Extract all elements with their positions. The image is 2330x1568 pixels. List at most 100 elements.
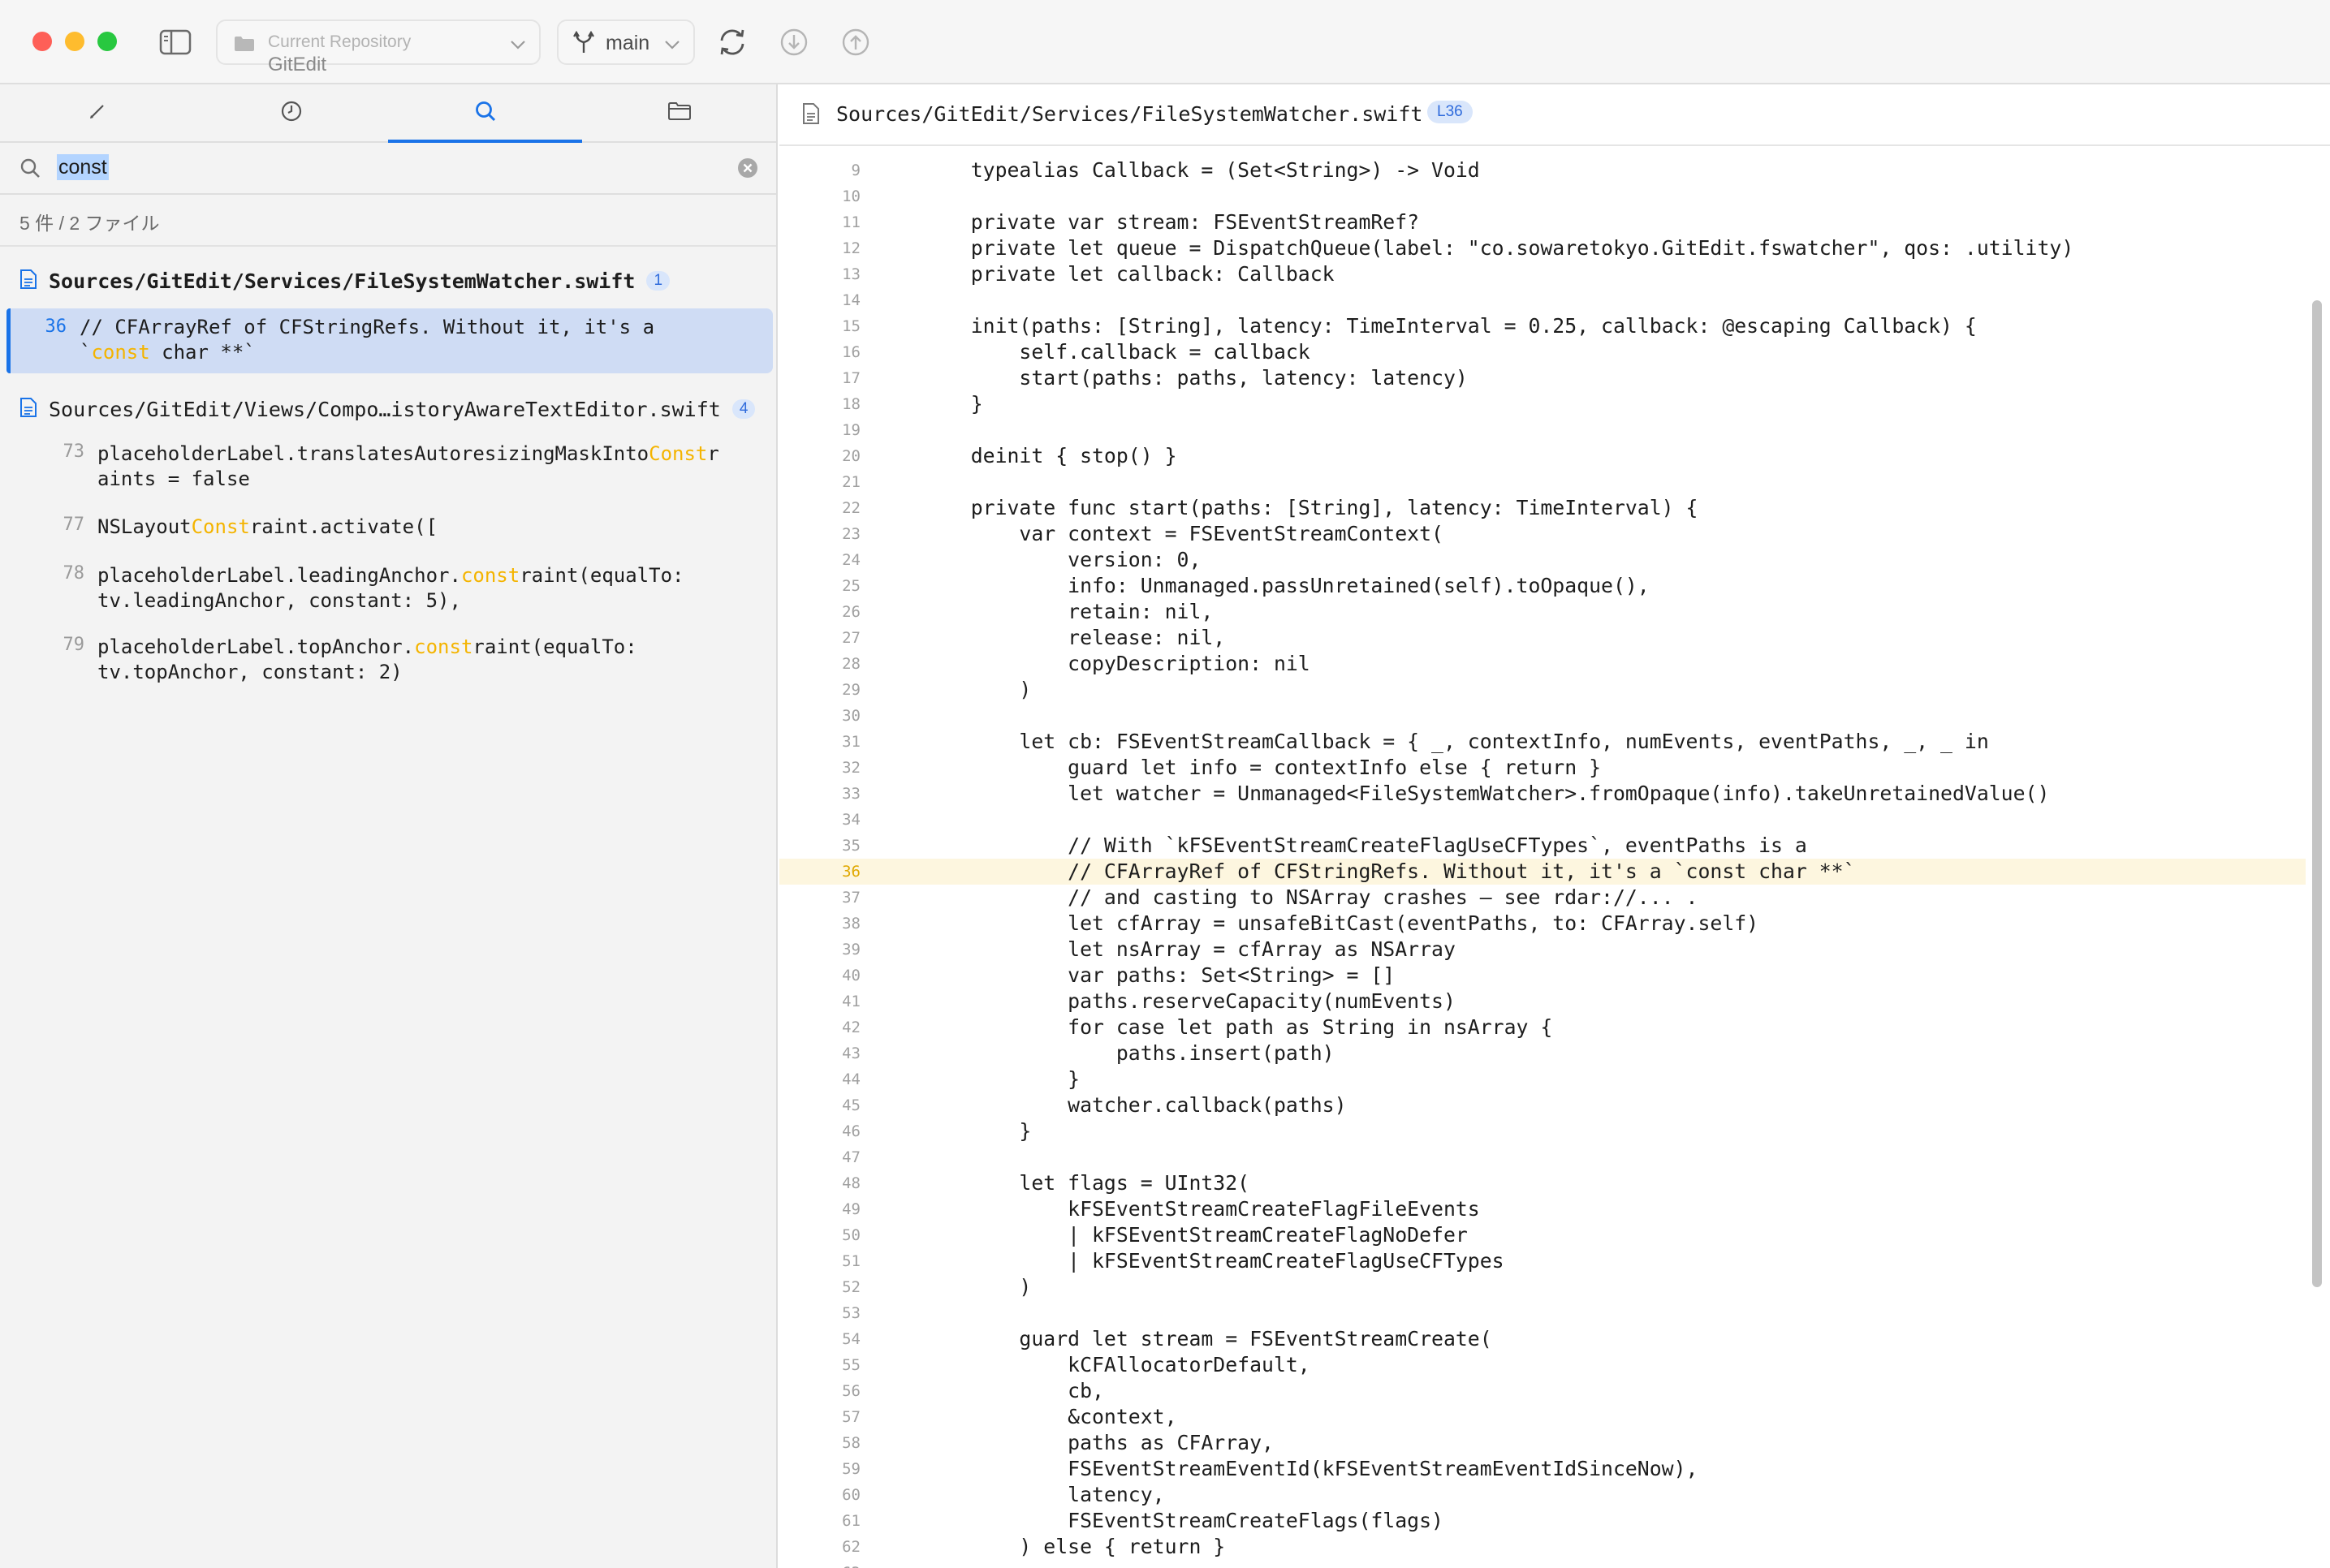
- code-line[interactable]: 14: [779, 287, 2306, 313]
- zoom-window-button[interactable]: [97, 32, 117, 51]
- line-number: 34: [842, 811, 861, 829]
- code-line[interactable]: 20 deinit { stop() }: [779, 443, 2306, 469]
- code-text: private func start(paths: [String], late…: [922, 496, 1698, 519]
- code-line[interactable]: 46 }: [779, 1118, 2306, 1144]
- search-result-item[interactable]: 78 placeholderLabel.leadingAnchor.constr…: [24, 563, 763, 615]
- branch-selector[interactable]: main: [557, 19, 695, 65]
- tab-search[interactable]: [388, 84, 582, 143]
- code-line[interactable]: 42 for case let path as String in nsArra…: [779, 1014, 2306, 1040]
- code-line[interactable]: 51 | kFSEventStreamCreateFlagUseCFTypes: [779, 1248, 2306, 1274]
- code-line[interactable]: 16 self.callback = callback: [779, 339, 2306, 365]
- code-line[interactable]: 39 let nsArray = cfArray as NSArray: [779, 937, 2306, 963]
- code-line[interactable]: 31 let cb: FSEventStreamCallback = { _, …: [779, 729, 2306, 755]
- editor-header: Sources/GitEdit/Services/FileSystemWatch…: [779, 84, 2330, 146]
- code-line[interactable]: 17 start(paths: paths, latency: latency): [779, 365, 2306, 391]
- tab-files[interactable]: [582, 84, 776, 141]
- match-count-badge: 1: [646, 271, 671, 291]
- search-result-item[interactable]: 77 NSLayoutConstraint.activate([: [24, 515, 763, 542]
- code-line[interactable]: 27 release: nil,: [779, 625, 2306, 651]
- result-file-header[interactable]: Sources/GitEdit/Views/Compo…istoryAwareT…: [19, 393, 756, 425]
- code-line[interactable]: 36 // CFArrayRef of CFStringRefs. Withou…: [779, 859, 2306, 885]
- code-line[interactable]: 18 }: [779, 391, 2306, 417]
- document-icon: [802, 102, 820, 129]
- line-number: 17: [842, 369, 861, 387]
- code-line[interactable]: 37 // and casting to NSArray crashes — s…: [779, 885, 2306, 911]
- code-line[interactable]: 9 typealias Callback = (Set<String>) -> …: [779, 157, 2306, 183]
- code-line[interactable]: 53: [779, 1300, 2306, 1326]
- code-line[interactable]: 35 // With `kFSEventStreamCreateFlagUseC…: [779, 833, 2306, 859]
- minimize-window-button[interactable]: [65, 32, 84, 51]
- code-text: kCFAllocatorDefault,: [922, 1353, 1310, 1376]
- code-line[interactable]: 54 guard let stream = FSEventStreamCreat…: [779, 1326, 2306, 1352]
- code-text: copyDescription: nil: [922, 652, 1310, 675]
- tab-edit[interactable]: [0, 84, 194, 141]
- clock-icon: [280, 100, 303, 127]
- toggle-sidebar-icon[interactable]: [156, 23, 195, 62]
- code-line[interactable]: 58 paths as CFArray,: [779, 1430, 2306, 1456]
- code-line[interactable]: 60 latency,: [779, 1482, 2306, 1508]
- code-line[interactable]: 55 kCFAllocatorDefault,: [779, 1352, 2306, 1378]
- code-line[interactable]: 19: [779, 417, 2306, 443]
- code-text: }: [922, 1119, 1032, 1143]
- close-window-button[interactable]: [32, 32, 52, 51]
- code-line[interactable]: 13 private let callback: Callback: [779, 261, 2306, 287]
- code-line[interactable]: 33 let watcher = Unmanaged<FileSystemWat…: [779, 781, 2306, 807]
- repository-selector[interactable]: Current Repository GitEdit: [216, 19, 541, 75]
- push-icon[interactable]: [836, 23, 875, 62]
- search-input[interactable]: const: [57, 154, 109, 180]
- search-result-item[interactable]: 79 placeholderLabel.topAnchor.constraint…: [24, 635, 763, 687]
- pull-icon[interactable]: [775, 23, 813, 62]
- chevron-down-icon: [510, 39, 526, 54]
- sync-icon[interactable]: [713, 23, 752, 62]
- code-line[interactable]: 47: [779, 1144, 2306, 1170]
- search-result-item[interactable]: 73 placeholderLabel.translatesAutoresizi…: [24, 442, 763, 493]
- clear-search-icon[interactable]: [737, 157, 758, 183]
- code-line[interactable]: 32 guard let info = contextInfo else { r…: [779, 755, 2306, 781]
- code-line[interactable]: 10: [779, 183, 2306, 209]
- code-line[interactable]: 28 copyDescription: nil: [779, 651, 2306, 677]
- result-file-header[interactable]: Sources/GitEdit/Services/FileSystemWatch…: [19, 265, 671, 297]
- code-line[interactable]: 24 version: 0,: [779, 547, 2306, 573]
- line-number: 18: [842, 395, 861, 413]
- code-line[interactable]: 40 var paths: Set<String> = []: [779, 963, 2306, 989]
- code-line[interactable]: 44 }: [779, 1066, 2306, 1092]
- line-number: 20: [842, 447, 861, 465]
- code-line[interactable]: 34: [779, 807, 2306, 833]
- code-line[interactable]: 38 let cfArray = unsafeBitCast(eventPath…: [779, 911, 2306, 937]
- line-number: 37: [842, 889, 861, 907]
- code-line[interactable]: 48 let flags = UInt32(: [779, 1170, 2306, 1196]
- code-line[interactable]: 25 info: Unmanaged.passUnretained(self).…: [779, 573, 2306, 599]
- code-line[interactable]: 59 FSEventStreamEventId(kFSEventStreamEv…: [779, 1456, 2306, 1482]
- code-line[interactable]: 56 cb,: [779, 1378, 2306, 1404]
- document-icon: [19, 269, 37, 294]
- code-line[interactable]: 62 ) else { return }: [779, 1534, 2306, 1560]
- search-result-item[interactable]: 36 // CFArrayRef of CFStringRefs. Withou…: [6, 308, 773, 373]
- code-line[interactable]: 30: [779, 703, 2306, 729]
- line-number: 36: [842, 863, 861, 881]
- result-line-number: 73: [63, 442, 85, 462]
- code-line[interactable]: 21: [779, 469, 2306, 495]
- code-line[interactable]: 61 FSEventStreamCreateFlags(flags): [779, 1508, 2306, 1534]
- code-line[interactable]: 43 paths.insert(path): [779, 1040, 2306, 1066]
- line-number: 42: [842, 1019, 861, 1036]
- tab-history[interactable]: [194, 84, 388, 141]
- code-line[interactable]: 57 &context,: [779, 1404, 2306, 1430]
- code-line[interactable]: 49 kFSEventStreamCreateFlagFileEvents: [779, 1196, 2306, 1222]
- code-editor[interactable]: 9 typealias Callback = (Set<String>) -> …: [779, 146, 2306, 1568]
- editor-scrollbar[interactable]: [2312, 300, 2322, 1287]
- code-line[interactable]: 63: [779, 1560, 2306, 1568]
- code-line[interactable]: 11 private var stream: FSEventStreamRef?: [779, 209, 2306, 235]
- code-line[interactable]: 26 retain: nil,: [779, 599, 2306, 625]
- code-line[interactable]: 15 init(paths: [String], latency: TimeIn…: [779, 313, 2306, 339]
- code-line[interactable]: 41 paths.reserveCapacity(numEvents): [779, 989, 2306, 1014]
- code-line[interactable]: 12 private let queue = DispatchQueue(lab…: [779, 235, 2306, 261]
- code-line[interactable]: 29 ): [779, 677, 2306, 703]
- code-line[interactable]: 45 watcher.callback(paths): [779, 1092, 2306, 1118]
- code-line[interactable]: 23 var context = FSEventStreamContext(: [779, 521, 2306, 547]
- code-text: paths.reserveCapacity(numEvents): [922, 989, 1456, 1013]
- code-line[interactable]: 22 private func start(paths: [String], l…: [779, 495, 2306, 521]
- result-line-number: 36: [45, 317, 67, 337]
- line-number: 23: [842, 525, 861, 543]
- code-line[interactable]: 50 | kFSEventStreamCreateFlagNoDefer: [779, 1222, 2306, 1248]
- code-line[interactable]: 52 ): [779, 1274, 2306, 1300]
